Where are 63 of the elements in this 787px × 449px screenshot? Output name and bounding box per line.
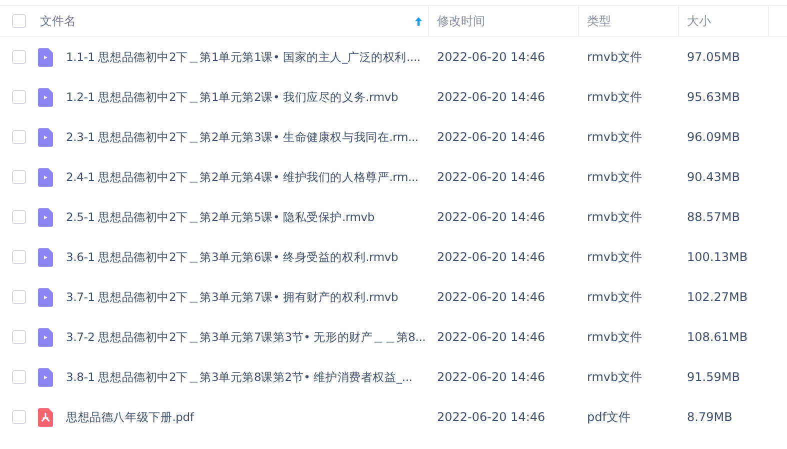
modified-time: 2022-06-20 14:46: [437, 50, 546, 64]
file-name[interactable]: 2.4-1 思想品德初中2下＿第2单元第4课• 维护我们的人格尊严.rm...: [66, 170, 418, 184]
file-size: 88.57MB: [687, 210, 740, 224]
file-type: rmvb文件: [587, 210, 642, 224]
file-type: rmvb文件: [587, 90, 642, 104]
file-size: 108.61MB: [687, 330, 748, 344]
video-file-icon: [38, 248, 53, 266]
file-name[interactable]: 3.7-2 思想品德初中2下＿第3单元第7课第3节• 无形的财产＿＿第8...: [66, 330, 426, 344]
video-file-icon: [38, 88, 53, 106]
file-type: rmvb文件: [587, 250, 642, 264]
video-file-icon: [38, 168, 53, 186]
row-checkbox[interactable]: [12, 130, 26, 144]
pdf-file-icon: [38, 408, 53, 426]
file-size: 102.27MB: [687, 290, 748, 304]
modified-time: 2022-06-20 14:46: [437, 330, 546, 344]
file-type: pdf文件: [587, 410, 630, 424]
video-file-icon: [38, 128, 53, 146]
modified-time: 2022-06-20 14:46: [437, 210, 546, 224]
file-name[interactable]: 3.6-1 思想品德初中2下＿第3单元第6课• 终身受益的权利.rmvb: [66, 250, 398, 264]
row-checkbox[interactable]: [12, 170, 26, 184]
video-file-icon: [38, 288, 53, 306]
file-size: 91.59MB: [687, 370, 740, 384]
column-header[interactable]: 文件名: [40, 12, 76, 30]
file-name[interactable]: 3.8-1 思想品德初中2下＿第3单元第8课第2节• 维护消费者权益_...: [66, 370, 412, 384]
file-name[interactable]: 思想品德八年级下册.pdf: [66, 410, 194, 424]
file-type: rmvb文件: [587, 290, 642, 304]
row-checkbox[interactable]: [12, 90, 26, 104]
modified-time: 2022-06-20 14:46: [437, 170, 546, 184]
video-file-icon: [38, 328, 53, 346]
file-size: 8.79MB: [687, 410, 732, 424]
file-type: rmvb文件: [587, 370, 642, 384]
file-name[interactable]: 3.7-1 思想品德初中2下＿第3单元第7课• 拥有财产的权利.rmvb: [66, 290, 398, 304]
row-checkbox[interactable]: [12, 370, 26, 384]
file-type: rmvb文件: [587, 50, 642, 64]
file-name[interactable]: 2.5-1 思想品德初中2下＿第2单元第5课• 隐私受保护.rmvb: [66, 210, 374, 224]
video-file-icon: [38, 48, 53, 66]
sort-arrow-icon[interactable]: [415, 16, 422, 26]
video-file-icon: [38, 368, 53, 386]
file-size: 97.05MB: [687, 50, 740, 64]
file-type: rmvb文件: [587, 130, 642, 144]
video-file-icon: [38, 208, 53, 226]
modified-time: 2022-06-20 14:46: [437, 130, 546, 144]
row-checkbox[interactable]: [12, 330, 26, 344]
file-name[interactable]: 1.2-1 思想品德初中2下＿第1单元第2课• 我们应尽的义务.rmvb: [66, 90, 398, 104]
row-checkbox[interactable]: [12, 50, 26, 64]
file-size: 95.63MB: [687, 90, 740, 104]
row-checkbox[interactable]: [12, 210, 26, 224]
file-size: 100.13MB: [687, 250, 748, 264]
select-all-checkbox[interactable]: [12, 14, 26, 28]
modified-time: 2022-06-20 14:46: [437, 290, 546, 304]
modified-time: 2022-06-20 14:46: [437, 370, 546, 384]
row-checkbox[interactable]: [12, 410, 26, 424]
file-type: rmvb文件: [587, 170, 642, 184]
file-size: 90.43MB: [687, 170, 740, 184]
file-name[interactable]: 2.3-1 思想品德初中2下＿第2单元第3课• 生命健康权与我同在.rm...: [66, 130, 418, 144]
modified-time: 2022-06-20 14:46: [437, 90, 546, 104]
modified-time: 2022-06-20 14:46: [437, 250, 546, 264]
file-name[interactable]: 1.1-1 思想品德初中2下＿第1单元第1课• 国家的主人_广泛的权利....: [66, 50, 420, 64]
file-type: rmvb文件: [587, 330, 642, 344]
row-checkbox[interactable]: [12, 250, 26, 264]
file-size: 96.09MB: [687, 130, 740, 144]
row-checkbox[interactable]: [12, 290, 26, 304]
modified-time: 2022-06-20 14:46: [437, 410, 546, 424]
